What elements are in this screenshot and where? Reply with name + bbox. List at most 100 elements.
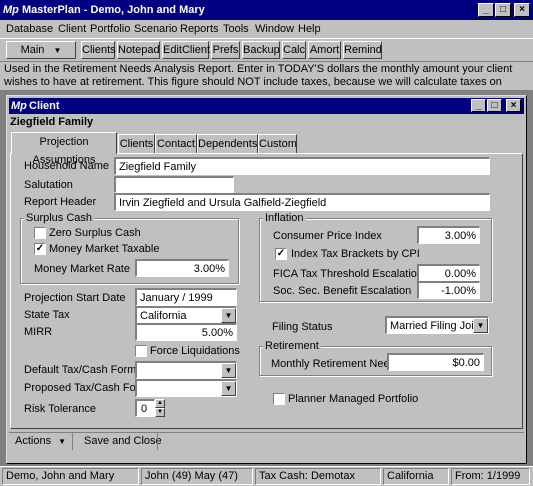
ss-field[interactable]: -1.00% — [417, 281, 480, 299]
fica-field[interactable]: 0.00% — [417, 264, 480, 282]
clients-button[interactable]: Clients — [81, 41, 116, 59]
retirement-title: Retirement — [263, 340, 321, 352]
mm-taxable-checkbox[interactable]: ✓ — [34, 243, 46, 255]
actions-label: Actions — [15, 435, 52, 447]
bottom-divider — [9, 432, 524, 433]
force-liquidations-checkbox[interactable] — [135, 345, 147, 357]
chevron-down-icon[interactable]: ▼ — [221, 363, 236, 378]
status-bar: Demo, John and Mary John (49) May (47) T… — [0, 466, 533, 486]
household-name-field[interactable]: Ziegfield Family — [114, 157, 490, 175]
help-text: Used in the Retirement Needs Analysis Re… — [4, 63, 513, 88]
risk-spinner[interactable]: ▲ ▼ — [155, 399, 165, 417]
menu-database[interactable]: Database — [6, 22, 53, 36]
proposed-form-select[interactable]: ▼ — [135, 379, 237, 397]
client-close-button[interactable]: × — [506, 99, 521, 112]
bottom-separator — [157, 432, 158, 450]
tab-projection-assumptions[interactable]: Projection Assumptions — [11, 132, 117, 166]
index-brackets-checkbox[interactable]: ✓ — [275, 248, 287, 260]
app-title-bar: Mp MasterPlan - Demo, John and Mary _ □ … — [0, 0, 533, 20]
status-client: Demo, John and Mary — [2, 468, 139, 485]
inflation-title: Inflation — [263, 212, 306, 224]
client-minimize-button[interactable]: _ — [471, 99, 486, 112]
status-ages: John (49) May (47) — [141, 468, 253, 485]
tab-custom[interactable]: Custom — [258, 134, 297, 154]
app-title: MasterPlan - Demo, John and Mary — [22, 4, 205, 16]
index-brackets-label: Index Tax Brackets by CPI — [291, 248, 420, 260]
mm-taxable-label: Money Market Taxable — [49, 243, 160, 255]
start-date-field[interactable]: January / 1999 — [135, 288, 237, 306]
close-button[interactable]: × — [514, 3, 530, 17]
state-tax-select[interactable]: California ▼ — [135, 306, 237, 324]
prefs-button[interactable]: Prefs — [211, 41, 240, 59]
report-header-field[interactable]: Irvin Ziegfield and Ursula Galfield-Zieg… — [114, 193, 490, 211]
surplus-cash-title: Surplus Cash — [24, 212, 95, 224]
report-header-label: Report Header — [24, 196, 97, 208]
minimize-button[interactable]: _ — [478, 3, 494, 17]
actions-menu-button[interactable]: Actions ▼ — [15, 434, 66, 449]
chevron-down-icon[interactable]: ▼ — [473, 318, 488, 333]
salutation-field[interactable] — [114, 176, 234, 193]
ss-label: Soc. Sec. Benefit Escalation — [273, 285, 412, 297]
spinner-up-icon[interactable]: ▲ — [155, 399, 165, 408]
client-restore-button[interactable]: □ — [487, 99, 502, 112]
client-window-title: Client — [29, 100, 60, 112]
mirr-field[interactable]: 5.00% — [135, 323, 237, 341]
monthly-retirement-label: Monthly Retirement Needs — [271, 358, 402, 370]
mm-rate-label: Money Market Rate — [34, 263, 130, 275]
menu-scenario[interactable]: Scenario — [134, 22, 177, 36]
filing-status-label: Filing Status — [272, 321, 333, 333]
menu-bar: Database Client Portfolio Scenario Repor… — [0, 20, 533, 38]
status-tax-cash: Tax Cash: Demotax — [255, 468, 381, 485]
notepad-button[interactable]: Notepad — [117, 41, 160, 59]
fica-label: FICA Tax Threshold Escalation — [273, 268, 424, 280]
menu-client[interactable]: Client — [58, 22, 86, 36]
remind-button[interactable]: Remind — [343, 41, 382, 59]
menu-help[interactable]: Help — [298, 22, 321, 36]
risk-tolerance-label: Risk Tolerance — [24, 403, 96, 415]
dropdown-arrow-icon: ▼ — [58, 437, 67, 446]
filing-status-select[interactable]: Married Filing Joint ▼ — [385, 316, 489, 334]
amort-button[interactable]: Amort — [308, 41, 341, 59]
filing-status-value: Married Filing Joint — [390, 320, 483, 332]
dropdown-arrow-icon: ▼ — [53, 46, 62, 55]
menu-tools[interactable]: Tools — [223, 22, 249, 36]
status-from-date: From: 1/1999 — [451, 468, 530, 485]
tab-contact[interactable]: Contact — [155, 134, 197, 154]
risk-tolerance-field[interactable]: 0 — [135, 399, 155, 417]
state-tax-label: State Tax — [24, 309, 70, 321]
tab-dependents[interactable]: Dependents — [197, 134, 258, 154]
backup-button[interactable]: Backup — [242, 41, 280, 59]
status-state: California — [383, 468, 449, 485]
mirr-label: MIRR — [24, 326, 53, 338]
menu-portfolio[interactable]: Portfolio — [90, 22, 130, 36]
menu-window[interactable]: Window — [255, 22, 294, 36]
default-form-label: Default Tax/Cash Form — [24, 364, 137, 376]
main-dropdown-button[interactable]: Main ▼ — [6, 41, 76, 59]
proposed-form-label: Proposed Tax/Cash Form — [24, 382, 149, 394]
salutation-label: Salutation — [24, 179, 73, 191]
tab-clients[interactable]: Clients — [118, 134, 155, 154]
chevron-down-icon[interactable]: ▼ — [221, 308, 236, 323]
family-name-heading: Ziegfield Family — [10, 116, 94, 128]
spinner-down-icon[interactable]: ▼ — [155, 408, 165, 417]
main-label: Main — [20, 44, 45, 56]
default-form-select[interactable]: ▼ — [135, 361, 237, 379]
cpi-label: Consumer Price Index — [273, 230, 382, 242]
client-title-bar: Mp Client _ □ × — [9, 98, 524, 114]
planner-managed-checkbox[interactable] — [273, 393, 285, 405]
state-tax-value: California — [140, 310, 187, 322]
save-and-close-button[interactable]: Save and Close — [84, 434, 162, 448]
maximize-button[interactable]: □ — [495, 3, 511, 17]
chevron-down-icon[interactable]: ▼ — [221, 381, 236, 396]
mm-rate-field[interactable]: 3.00% — [135, 259, 229, 277]
masterplan-logo-icon: Mp — [11, 100, 27, 112]
force-liquidations-label: Force Liquidations — [150, 345, 240, 357]
monthly-retirement-field[interactable]: $0.00 — [387, 353, 484, 371]
bottom-separator — [72, 432, 73, 450]
cpi-field[interactable]: 3.00% — [417, 226, 480, 244]
toolbar: Main ▼ Clients Notepad EditClient Prefs … — [0, 38, 533, 62]
zero-surplus-checkbox[interactable] — [34, 227, 46, 239]
menu-reports[interactable]: Reports — [180, 22, 219, 36]
editclient-button[interactable]: EditClient — [162, 41, 210, 59]
calc-button[interactable]: Calc — [282, 41, 306, 59]
